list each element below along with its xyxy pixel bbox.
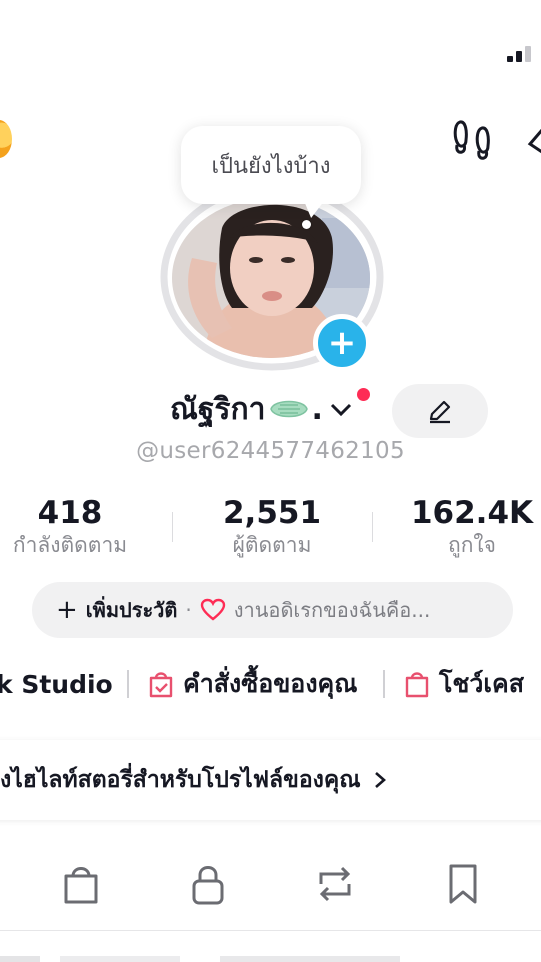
shopping-bag-icon — [149, 672, 173, 698]
bio-hobby-text: งานอดิเรกของฉันคือ... — [233, 598, 431, 622]
showcase-bag-icon — [405, 672, 429, 698]
menu-icon[interactable] — [526, 126, 541, 156]
add-bio-button[interactable]: + เพิ่มประวัติ · งานอดิเรกของฉันคือ... — [32, 582, 513, 638]
stat-label: ผู้ติดตาม — [232, 533, 312, 557]
chevron-down-icon[interactable] — [329, 399, 353, 419]
stat-label: กำลังติดตาม — [12, 533, 128, 557]
notification-dot — [357, 388, 370, 401]
heart-icon — [200, 598, 225, 621]
bookmark-icon[interactable] — [443, 862, 483, 906]
stat-value: 2,551 — [222, 495, 322, 531]
display-name: ณัฐริกา — [170, 391, 266, 427]
studio-label: k Studio — [0, 669, 113, 699]
chevron-right-icon — [374, 772, 386, 788]
display-name-suffix: . — [311, 391, 323, 427]
story-highlight-card[interactable]: งไฮไลท์สตอรี่สำหรับโปรไฟล์ของคุณ — [0, 740, 541, 820]
stat-following[interactable]: 418 กำลังติดตาม — [0, 495, 170, 559]
username: @user6244577462105 — [136, 438, 405, 464]
status-bubble[interactable]: เป็นยังไงบ้าง — [181, 126, 361, 204]
stat-label: ถูกใจ — [448, 533, 496, 557]
orders-link[interactable]: คำสั่งซื้อของคุณ — [147, 664, 357, 704]
link-divider — [383, 670, 385, 698]
lock-icon[interactable] — [188, 862, 228, 906]
add-story-button[interactable]: + — [313, 314, 371, 372]
mask-icon — [269, 400, 308, 418]
footprint-icon[interactable] — [452, 118, 496, 160]
showcase-label: โชว์เคส — [439, 669, 524, 698]
bio-separator: · — [185, 598, 192, 622]
status-bubble-dot — [302, 220, 311, 229]
tab-bar-divider — [0, 930, 541, 931]
stat-followers[interactable]: 2,551 ผู้ติดตาม — [172, 495, 372, 559]
pencil-icon — [429, 400, 451, 424]
repost-icon[interactable] — [315, 862, 355, 906]
studio-link[interactable]: k Studio — [0, 664, 113, 704]
status-bubble-text: เป็นยังไงบ้าง — [211, 153, 331, 179]
name-row[interactable]: ณัฐริกา . — [170, 384, 353, 434]
stat-value: 162.4K — [410, 495, 534, 531]
signal-icon — [507, 46, 531, 62]
showcase-link[interactable]: โชว์เคส — [403, 664, 524, 704]
plus-icon: + — [56, 595, 78, 625]
content-tab-bar — [0, 862, 541, 922]
video-grid-edge — [0, 952, 541, 962]
edit-profile-button[interactable] — [392, 384, 488, 438]
stat-likes[interactable]: 162.4K ถูกใจ — [372, 495, 541, 559]
link-divider — [127, 670, 129, 698]
stat-value: 418 — [37, 495, 103, 531]
add-bio-label: เพิ่มประวัติ — [85, 598, 178, 622]
coin-icon[interactable] — [0, 120, 12, 158]
plus-icon: + — [327, 323, 357, 363]
shopping-bag-icon[interactable] — [61, 862, 101, 906]
highlight-text: งไฮไลท์สตอรี่สำหรับโปรไฟล์ของคุณ — [0, 767, 361, 793]
orders-label: คำสั่งซื้อของคุณ — [183, 669, 358, 698]
